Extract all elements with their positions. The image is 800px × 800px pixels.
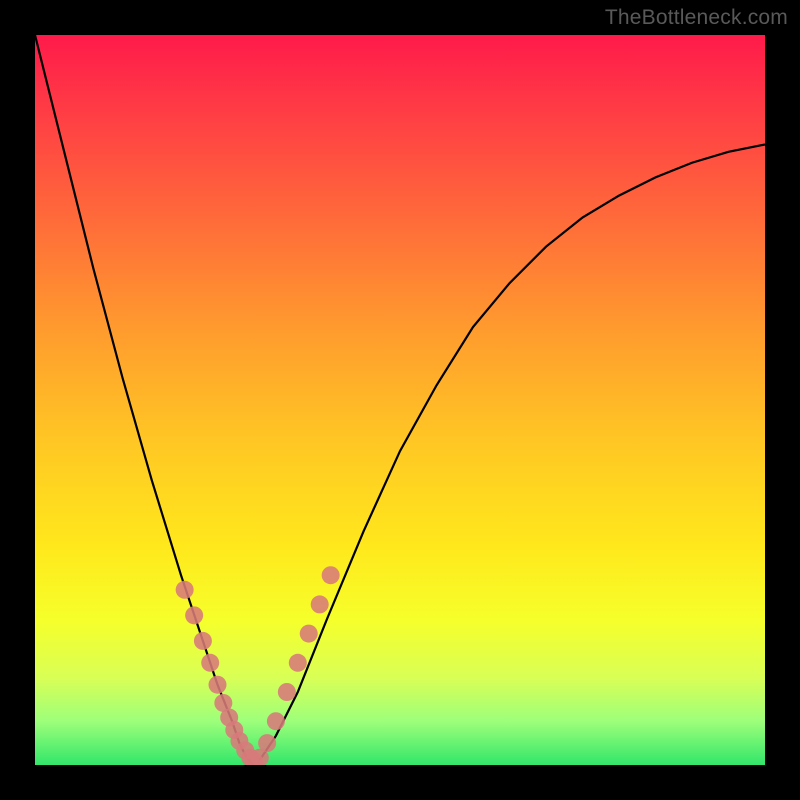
plot-area <box>35 35 765 765</box>
watermark-text: TheBottleneck.com <box>605 6 788 30</box>
marker-point <box>322 566 340 584</box>
marker-point <box>267 712 285 730</box>
highlighted-points-group <box>176 566 340 765</box>
marker-point <box>300 625 318 643</box>
marker-point <box>194 632 212 650</box>
marker-point <box>311 595 329 613</box>
bottleneck-curve <box>35 35 765 765</box>
chart-container: TheBottleneck.com <box>0 0 800 800</box>
marker-point <box>176 581 194 599</box>
marker-point <box>201 654 219 672</box>
chart-svg <box>35 35 765 765</box>
marker-point <box>278 683 296 701</box>
marker-point <box>185 606 203 624</box>
marker-point <box>258 734 276 752</box>
marker-point <box>289 654 307 672</box>
marker-point <box>209 676 227 694</box>
